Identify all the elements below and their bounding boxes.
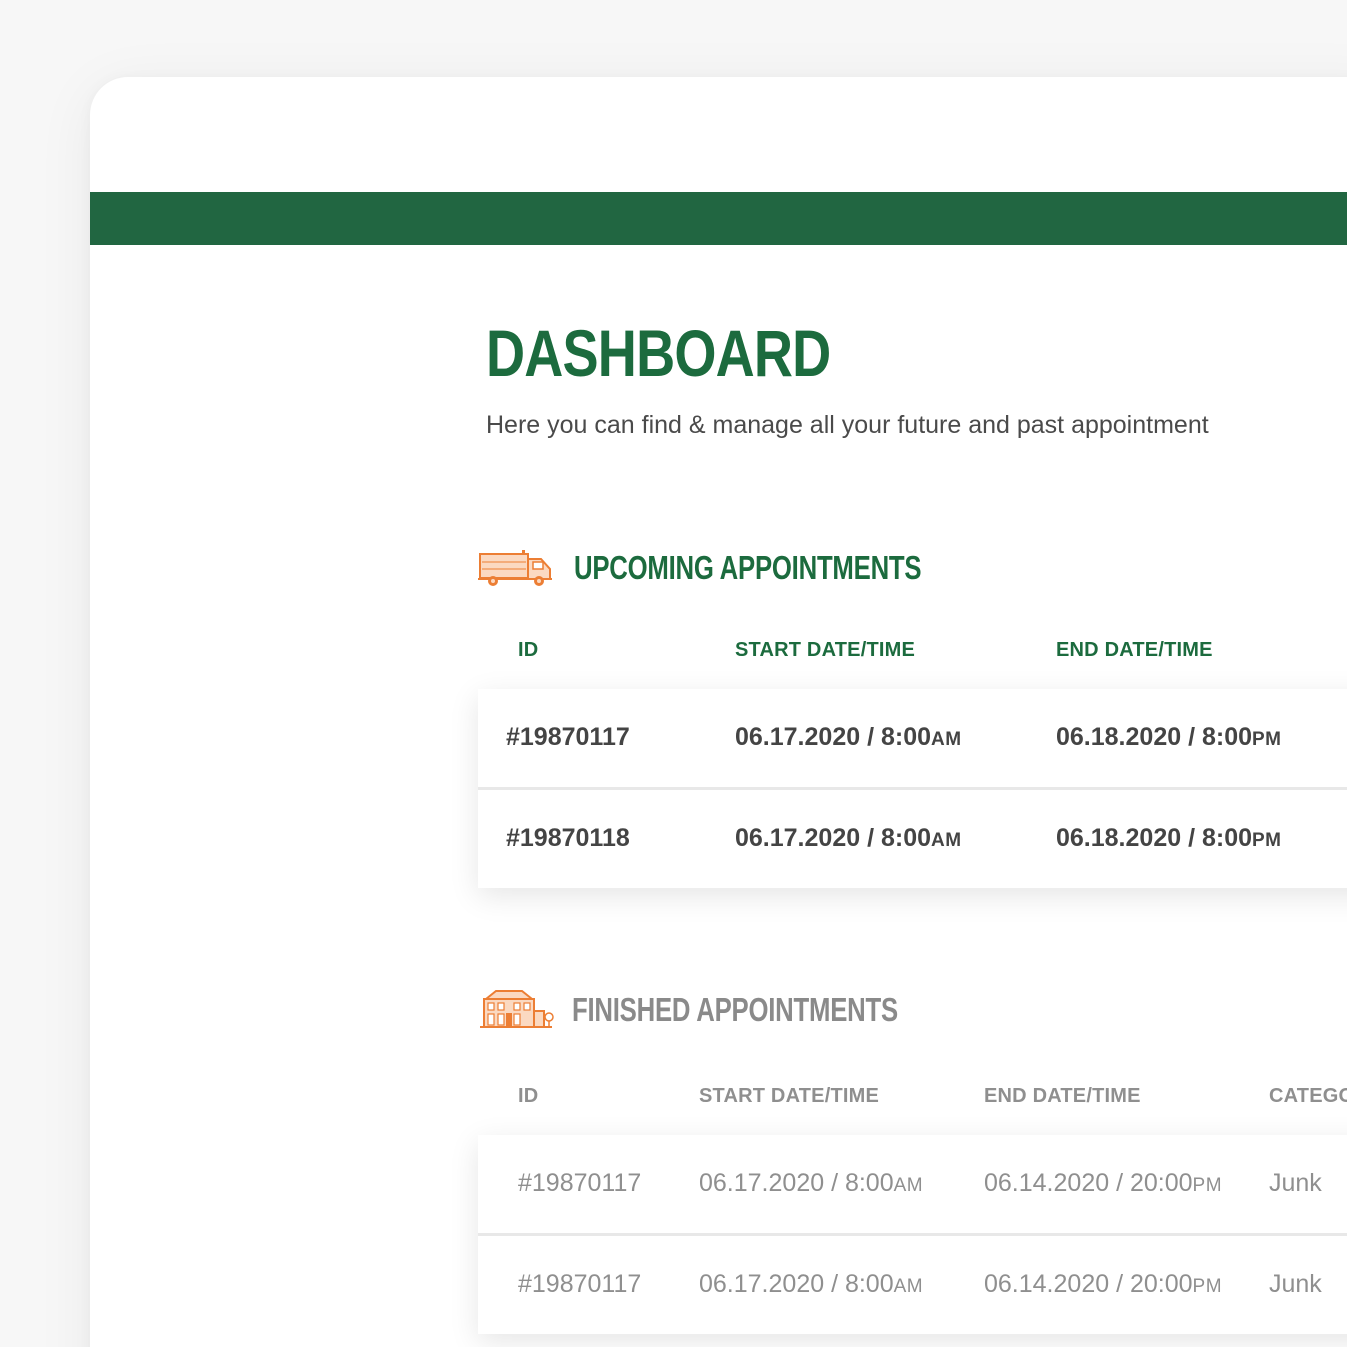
cell-id: #19870117 — [518, 1270, 642, 1298]
cell-start: 06.17.2020 / 8:00AM — [699, 1169, 924, 1197]
cell-category: Junk — [1269, 1169, 1322, 1197]
upcoming-table: #19870117 06.17.2020 / 8:00AM 06.18.2020… — [478, 689, 1347, 888]
stage: DASHBOARD Here you can find & manage all… — [0, 0, 1347, 1347]
cell-category: Junk — [1269, 1270, 1322, 1298]
col-head-start: START DATE/TIME — [735, 639, 916, 661]
cell-end: 06.18.2020 / 8:00PM — [1056, 824, 1282, 852]
truck-icon — [478, 550, 552, 586]
house-icon — [480, 990, 554, 1028]
finished-section-title: FINISHED APPOINTMENTS — [572, 991, 898, 1028]
finished-section-header: FINISHED APPOINTMENTS — [478, 989, 990, 1031]
cell-id: #19870117 — [518, 1169, 642, 1197]
cell-start: 06.17.2020 / 8:00AM — [699, 1270, 924, 1298]
cell-start: 06.17.2020 / 8:00AM — [735, 824, 962, 852]
page-title: DASHBOARD — [486, 316, 831, 390]
table-row[interactable]: #19870117 06.17.2020 / 8:00AM 06.14.2020… — [478, 1135, 1347, 1236]
col-head-id: ID — [518, 1085, 539, 1107]
cell-end: 06.18.2020 / 8:00PM — [1056, 723, 1282, 751]
app-window: DASHBOARD Here you can find & manage all… — [90, 77, 1347, 1347]
upcoming-section-header: UPCOMING APPOINTMENTS — [478, 547, 1019, 589]
cell-end: 06.14.2020 / 20:00PM — [984, 1169, 1223, 1197]
col-head-start: START DATE/TIME — [699, 1085, 880, 1107]
upcoming-section-title: UPCOMING APPOINTMENTS — [574, 549, 922, 586]
cell-id: #19870117 — [506, 723, 630, 751]
table-row[interactable]: #19870117 06.17.2020 / 8:00AM 06.18.2020… — [478, 689, 1347, 790]
col-head-category: CATEGO — [1269, 1085, 1347, 1107]
cell-start: 06.17.2020 / 8:00AM — [735, 723, 962, 751]
cell-end: 06.14.2020 / 20:00PM — [984, 1270, 1223, 1298]
page-subtitle: Here you can find & manage all your futu… — [486, 411, 1209, 439]
table-row[interactable]: #19870117 06.17.2020 / 8:00AM 06.14.2020… — [478, 1236, 1347, 1334]
cell-id: #19870118 — [506, 824, 630, 852]
col-head-end: END DATE/TIME — [1056, 639, 1213, 661]
finished-table: #19870117 06.17.2020 / 8:00AM 06.14.2020… — [478, 1135, 1347, 1334]
top-nav-bar — [90, 192, 1347, 245]
col-head-end: END DATE/TIME — [984, 1085, 1141, 1107]
col-head-id: ID — [518, 639, 539, 661]
table-row[interactable]: #19870118 06.17.2020 / 8:00AM 06.18.2020… — [478, 790, 1347, 888]
